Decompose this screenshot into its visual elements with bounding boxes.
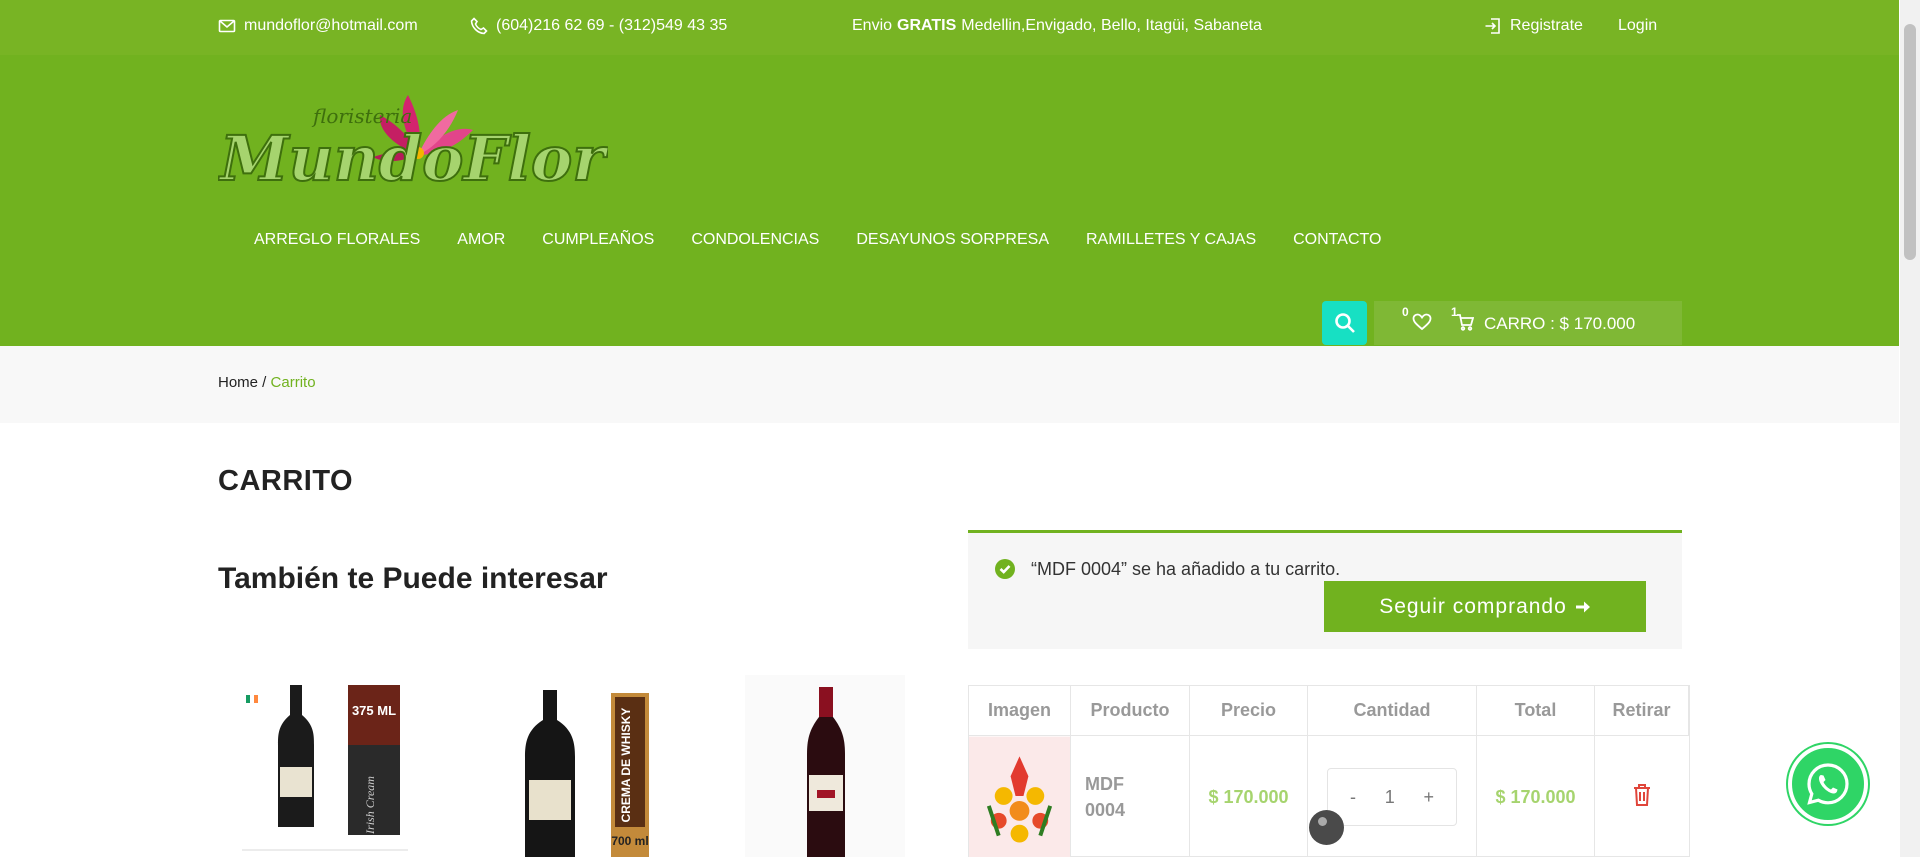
- nav-ramilletes-y-cajas[interactable]: RAMILLETES Y CAJAS: [1086, 231, 1256, 249]
- product-name[interactable]: MDF 0004: [1085, 771, 1135, 823]
- login-link[interactable]: Login: [1618, 17, 1657, 35]
- phone-text: (604)216 62 69 - (312)549 43 35: [496, 17, 728, 34]
- breadcrumb: Home / Carrito: [218, 374, 316, 391]
- col-header-price: Precio: [1190, 686, 1308, 736]
- search-icon: [1334, 313, 1355, 333]
- email-contact[interactable]: mundoflor@hotmail.com: [218, 17, 418, 35]
- heart-icon: [1412, 313, 1432, 331]
- breadcrumb-home[interactable]: Home: [218, 374, 258, 391]
- floating-cursor-indicator: [1309, 810, 1344, 845]
- cart-widget[interactable]: 0 1 CARRO : $ 170.000: [1374, 301, 1682, 345]
- email-text: mundoflor@hotmail.com: [244, 17, 418, 34]
- product-image-arrangement: [969, 736, 1070, 857]
- product-thumbnail[interactable]: [969, 736, 1071, 857]
- price-cell: $ 170.000: [1190, 736, 1308, 857]
- main-nav: ARREGLO FLORALES AMOR CUMPLEAÑOS CONDOLE…: [254, 231, 1418, 249]
- trash-icon: [1634, 783, 1650, 806]
- whatsapp-button[interactable]: [1788, 744, 1868, 824]
- page-title: CARRITO: [218, 465, 354, 497]
- shipping-prefix: Envio: [852, 17, 893, 34]
- mail-icon: [218, 19, 236, 33]
- related-product-2[interactable]: CREMA DE WHISKY 700 ml: [503, 675, 653, 857]
- remove-item-button[interactable]: [1632, 783, 1652, 812]
- breadcrumb-separator: /: [258, 374, 271, 391]
- check-icon: [995, 559, 1015, 579]
- product-size: 700 ml: [611, 834, 648, 848]
- col-header-quantity: Cantidad: [1308, 686, 1477, 736]
- shipping-cities: Medellin,Envigado, Bello, Itagüi, Sabane…: [961, 17, 1262, 34]
- nav-desayunos-sorpresa[interactable]: DESAYUNOS SORPRESA: [856, 231, 1049, 249]
- nav-amor[interactable]: AMOR: [457, 231, 505, 249]
- total-cell: $ 170.000: [1477, 736, 1595, 857]
- main-header: floristeria MundoFlor ARREGLO FLORALES A…: [0, 55, 1899, 346]
- quantity-stepper: - 1 +: [1327, 768, 1457, 826]
- row-total: $ 170.000: [1495, 786, 1576, 807]
- col-header-product: Producto: [1071, 686, 1190, 736]
- notice-message: “MDF 0004” se ha añadido a tu carrito.: [1031, 559, 1341, 579]
- related-product-1[interactable]: 375 ML Irish Cream: [242, 675, 408, 857]
- nav-condolencias[interactable]: CONDOLENCIAS: [691, 231, 819, 249]
- product-image-wine: [745, 675, 905, 857]
- remove-cell: [1595, 736, 1689, 857]
- wishlist-button[interactable]: [1412, 313, 1432, 336]
- product-label: CREMA DE WHISKY: [619, 708, 633, 823]
- col-header-total: Total: [1477, 686, 1595, 736]
- product-label: Irish Cream: [363, 776, 377, 835]
- scrollbar-thumb[interactable]: [1904, 24, 1916, 260]
- breadcrumb-current: Carrito: [270, 374, 316, 391]
- phone-contact[interactable]: (604)216 62 69 - (312)549 43 35: [470, 17, 727, 35]
- nav-contacto[interactable]: CONTACTO: [1293, 231, 1381, 249]
- breadcrumb-bar: Home / Carrito: [0, 346, 1899, 423]
- cart-icon: [1457, 314, 1475, 331]
- whatsapp-icon: [1807, 763, 1849, 805]
- register-link[interactable]: Registrate: [1484, 17, 1583, 35]
- cart-button[interactable]: [1456, 313, 1475, 336]
- top-bar: mundoflor@hotmail.com (604)216 62 69 - (…: [0, 0, 1899, 55]
- quantity-increase-button[interactable]: +: [1423, 787, 1434, 808]
- cart-total-label[interactable]: CARRO : $ 170.000: [1484, 314, 1635, 334]
- col-header-remove: Retirar: [1595, 686, 1689, 736]
- login-icon: [1485, 18, 1500, 34]
- product-price: $ 170.000: [1208, 786, 1289, 807]
- wishlist-count: 0: [1402, 305, 1409, 319]
- col-header-image: Imagen: [969, 686, 1071, 736]
- continue-shopping-button[interactable]: Seguir comprando: [1324, 581, 1646, 632]
- nav-cumpleanos[interactable]: CUMPLEAÑOS: [542, 231, 654, 249]
- related-product-3[interactable]: [745, 675, 905, 857]
- product-image-baileys-375: 375 ML Irish Cream: [242, 675, 408, 857]
- login-label: Login: [1618, 17, 1658, 34]
- logo-main-text: MundoFlor: [218, 122, 608, 195]
- quantity-value[interactable]: 1: [1385, 787, 1395, 808]
- cart-added-notice: “MDF 0004” se ha añadido a tu carrito. S…: [968, 530, 1682, 649]
- continue-shopping-label: Seguir comprando: [1379, 594, 1567, 618]
- nav-arreglo-florales[interactable]: ARREGLO FLORALES: [254, 231, 420, 249]
- page-scrollbar[interactable]: [1900, 0, 1920, 857]
- site-logo[interactable]: floristeria MundoFlor: [217, 85, 610, 200]
- quantity-decrease-button[interactable]: -: [1350, 787, 1356, 808]
- related-title: También te Puede interesar: [218, 562, 608, 595]
- product-image-baileys-700: CREMA DE WHISKY 700 ml: [503, 675, 653, 857]
- product-name-cell[interactable]: MDF 0004: [1071, 736, 1190, 857]
- register-label: Registrate: [1510, 17, 1583, 34]
- product-badge-size: 375 ML: [352, 703, 396, 718]
- search-button[interactable]: [1322, 301, 1367, 345]
- shipping-free: GRATIS: [897, 17, 957, 34]
- phone-icon: [470, 17, 488, 35]
- shipping-info: Envio GRATIS Medellin,Envigado, Bello, I…: [852, 17, 1262, 35]
- arrow-right-icon: [1575, 601, 1590, 612]
